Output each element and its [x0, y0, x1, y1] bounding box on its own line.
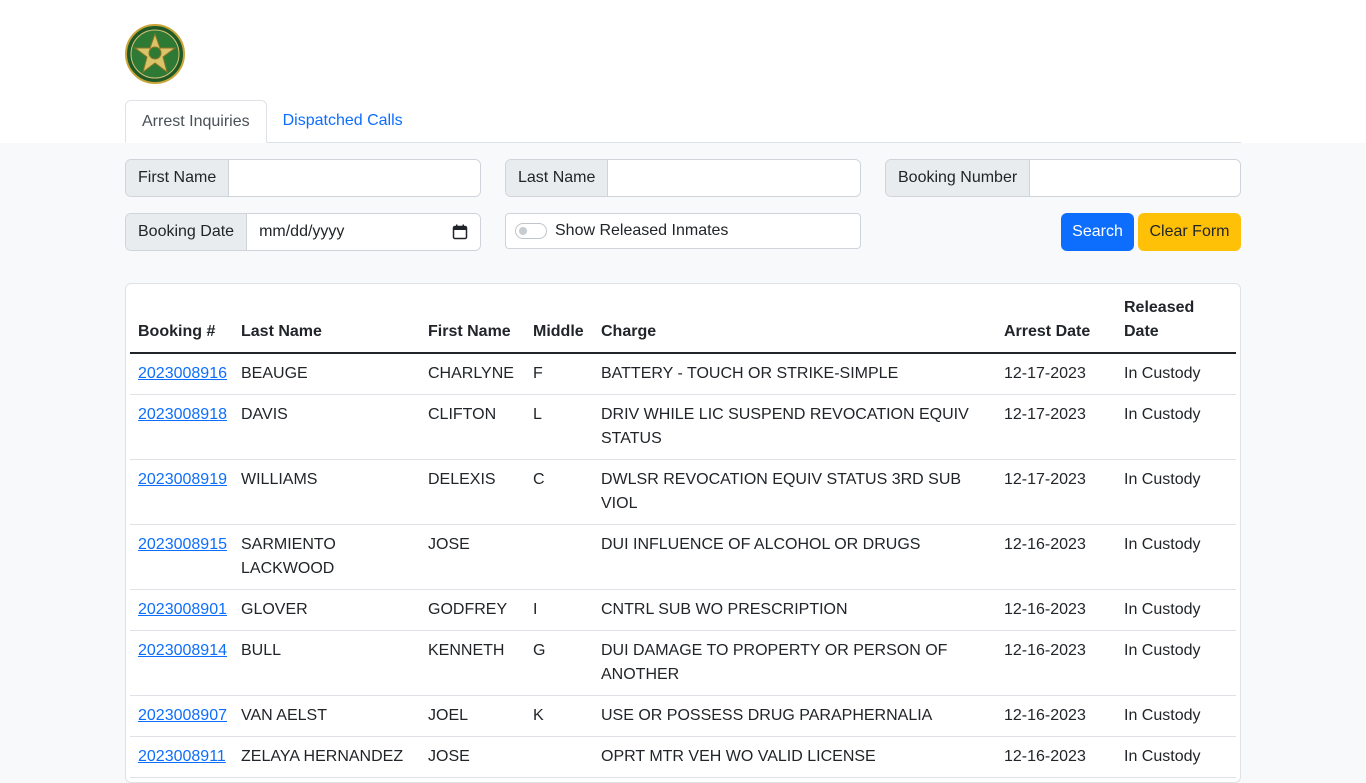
booking-date-input[interactable]: mm/dd/yyyy — [247, 214, 480, 250]
col-header-released-date[interactable]: Released Date — [1116, 296, 1236, 354]
tab-arrest-inquiries[interactable]: Arrest Inquiries — [125, 100, 267, 143]
cell-released: In Custody — [1116, 353, 1236, 395]
sheriff-badge-logo-icon — [125, 24, 185, 84]
cell-released: In Custody — [1116, 630, 1236, 696]
col-header-booking[interactable]: Booking # — [130, 296, 233, 354]
cell-middle: I — [525, 589, 593, 631]
cell-last-name: BEAUGE — [233, 353, 420, 395]
cell-last-name: GLOVER — [233, 589, 420, 631]
booking-link[interactable]: 2023008915 — [138, 536, 227, 553]
cell-charge: DUI DAMAGE TO PROPERTY OR PERSON OF ANOT… — [593, 630, 996, 696]
cell-first-name: JOSE — [420, 524, 525, 590]
booking-number-input[interactable] — [1030, 160, 1240, 196]
cell-arrest-date: 12-16-2023 — [996, 524, 1116, 590]
header: Arrest Inquiries Dispatched Calls — [0, 0, 1366, 143]
booking-link[interactable]: 2023008911 — [138, 748, 226, 765]
cell-first-name: JOSE — [420, 736, 525, 778]
cell-first-name: JOEL — [420, 695, 525, 737]
table-row: 2023008911 ZELAYA HERNANDEZ JOSE OPRT MT… — [130, 736, 1236, 778]
cell-middle: L — [525, 394, 593, 460]
cell-middle — [525, 736, 593, 778]
cell-first-name: CLIFTON — [420, 394, 525, 460]
results-card: Booking # Last Name First Name Middle Ch… — [125, 283, 1241, 783]
booking-link[interactable]: 2023008901 — [138, 601, 227, 618]
cell-last-name: BULL — [233, 630, 420, 696]
booking-number-label: Booking Number — [886, 160, 1031, 196]
cell-first-name: DELEXIS — [420, 459, 525, 525]
booking-date-placeholder: mm/dd/yyyy — [259, 223, 345, 240]
booking-number-group: Booking Number — [885, 159, 1241, 197]
col-header-last-name[interactable]: Last Name — [233, 296, 420, 354]
cell-middle — [525, 524, 593, 590]
cell-first-name: KENNETH — [420, 630, 525, 696]
booking-link[interactable]: 2023008918 — [138, 406, 227, 423]
cell-middle: F — [525, 353, 593, 395]
cell-middle: C — [525, 459, 593, 525]
cell-arrest-date: 12-17-2023 — [996, 459, 1116, 525]
table-row: 2023008918 DAVIS CLIFTON L DRIV WHILE LI… — [130, 394, 1236, 460]
booking-link[interactable]: 2023008907 — [138, 707, 227, 724]
booking-link[interactable]: 2023008916 — [138, 365, 227, 382]
cell-charge: OPRT MTR VEH WO VALID LICENSE — [593, 736, 996, 778]
booking-link[interactable]: 2023008919 — [138, 471, 227, 488]
cell-last-name: SARMIENTO LACKWOOD — [233, 524, 420, 590]
calendar-icon[interactable] — [452, 224, 468, 240]
last-name-input[interactable] — [608, 160, 860, 196]
search-button[interactable]: Search — [1061, 213, 1134, 251]
booking-link[interactable]: 2023008914 — [138, 642, 227, 659]
col-header-first-name[interactable]: First Name — [420, 296, 525, 354]
first-name-input[interactable] — [229, 160, 480, 196]
cell-charge: CNTRL SUB WO PRESCRIPTION — [593, 589, 996, 631]
col-header-charge[interactable]: Charge — [593, 296, 996, 354]
show-released-switch-group: Show Released Inmates — [505, 213, 861, 249]
tab-dispatched-calls[interactable]: Dispatched Calls — [267, 100, 419, 143]
cell-last-name: WILLIAMS — [233, 459, 420, 525]
cell-arrest-date: 12-17-2023 — [996, 394, 1116, 460]
table-row: 2023008916 BEAUGE CHARLYNE F BATTERY - T… — [130, 353, 1236, 395]
booking-date-group: Booking Date mm/dd/yyyy — [125, 213, 481, 251]
table-row: 2023008915 SARMIENTO LACKWOOD JOSE DUI I… — [130, 524, 1236, 590]
cell-arrest-date: 12-16-2023 — [996, 736, 1116, 778]
last-name-label: Last Name — [506, 160, 609, 196]
tab-bar: Arrest Inquiries Dispatched Calls — [125, 100, 1241, 143]
show-released-label: Show Released Inmates — [555, 222, 729, 239]
cell-charge: DWLSR REVOCATION EQUIV STATUS 3RD SUB VI… — [593, 459, 996, 525]
table-row: 2023008919 WILLIAMS DELEXIS C DWLSR REVO… — [130, 459, 1236, 525]
cell-last-name: ZELAYA HERNANDEZ — [233, 736, 420, 778]
results-table: Booking # Last Name First Name Middle Ch… — [130, 296, 1236, 778]
cell-released: In Custody — [1116, 695, 1236, 737]
cell-released: In Custody — [1116, 459, 1236, 525]
cell-arrest-date: 12-16-2023 — [996, 695, 1116, 737]
col-header-arrest-date[interactable]: Arrest Date — [996, 296, 1116, 354]
table-header-row: Booking # Last Name First Name Middle Ch… — [130, 296, 1236, 354]
clear-form-button[interactable]: Clear Form — [1138, 213, 1241, 251]
toggle-knob — [519, 227, 527, 235]
cell-charge: DUI INFLUENCE OF ALCOHOL OR DRUGS — [593, 524, 996, 590]
table-row: 2023008914 BULL KENNETH G DUI DAMAGE TO … — [130, 630, 1236, 696]
first-name-label: First Name — [126, 160, 230, 196]
cell-charge: DRIV WHILE LIC SUSPEND REVOCATION EQUIV … — [593, 394, 996, 460]
booking-date-label: Booking Date — [126, 214, 248, 250]
cell-first-name: GODFREY — [420, 589, 525, 631]
last-name-group: Last Name — [505, 159, 861, 197]
cell-released: In Custody — [1116, 394, 1236, 460]
cell-first-name: CHARLYNE — [420, 353, 525, 395]
cell-last-name: DAVIS — [233, 394, 420, 460]
cell-released: In Custody — [1116, 524, 1236, 590]
cell-released: In Custody — [1116, 736, 1236, 778]
show-released-toggle[interactable] — [515, 223, 547, 239]
cell-charge: BATTERY - TOUCH OR STRIKE-SIMPLE — [593, 353, 996, 395]
cell-arrest-date: 12-17-2023 — [996, 353, 1116, 395]
cell-arrest-date: 12-16-2023 — [996, 630, 1116, 696]
cell-released: In Custody — [1116, 589, 1236, 631]
cell-middle: G — [525, 630, 593, 696]
col-header-middle[interactable]: Middle — [525, 296, 593, 354]
cell-arrest-date: 12-16-2023 — [996, 589, 1116, 631]
table-row: 2023008901 GLOVER GODFREY I CNTRL SUB WO… — [130, 589, 1236, 631]
cell-charge: USE OR POSSESS DRUG PARAPHERNALIA — [593, 695, 996, 737]
first-name-group: First Name — [125, 159, 481, 197]
cell-last-name: VAN AELST — [233, 695, 420, 737]
table-row: 2023008907 VAN AELST JOEL K USE OR POSSE… — [130, 695, 1236, 737]
cell-middle: K — [525, 695, 593, 737]
